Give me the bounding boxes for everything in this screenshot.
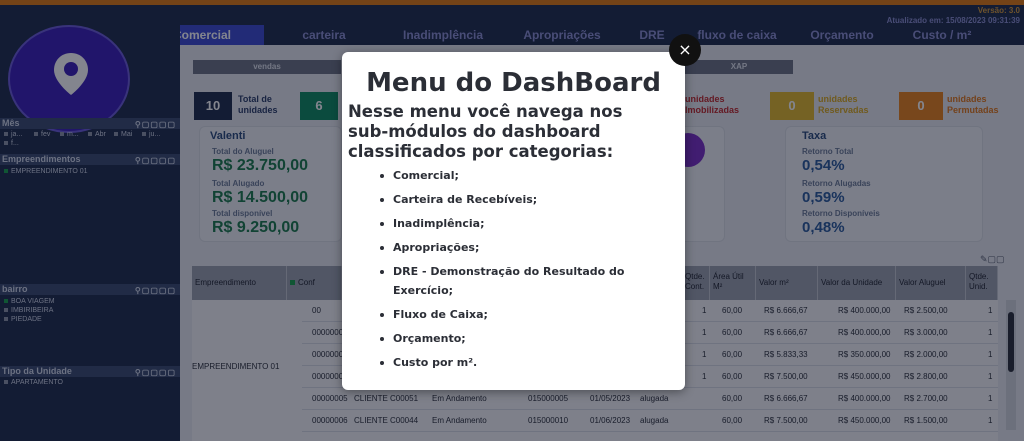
list-item: Comercial;	[374, 166, 674, 185]
list-item: Inadimplência;	[374, 214, 674, 233]
close-icon[interactable]: ×	[669, 34, 701, 66]
list-item: DRE - Demonstração do Resultado do Exerc…	[374, 262, 674, 300]
modal-category-list: Comercial; Carteira de Recebíveis; Inadi…	[374, 166, 674, 377]
list-item: Carteira de Recebíveis;	[374, 190, 674, 209]
modal-title: Menu do DashBoard	[366, 68, 661, 98]
list-item: Fluxo de Caixa;	[374, 305, 674, 324]
list-item: Orçamento;	[374, 329, 674, 348]
modal-description: Nesse menu você navega nos sub-módulos d…	[348, 102, 623, 161]
dashboard-menu-modal: Menu do DashBoard Nesse menu você navega…	[342, 52, 685, 390]
list-item: Apropriações;	[374, 238, 674, 257]
list-item: Custo por m².	[374, 353, 674, 372]
